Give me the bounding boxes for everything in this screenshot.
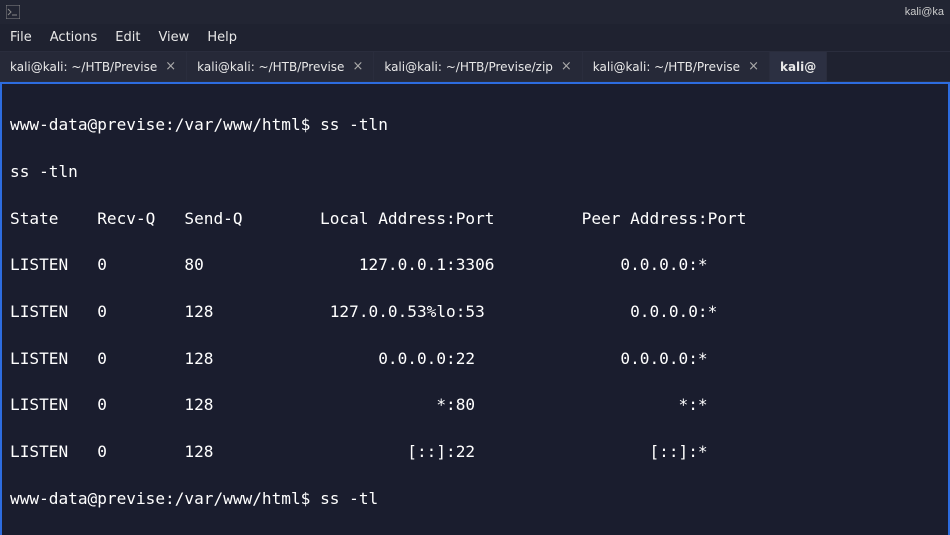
command-text: ss -tl xyxy=(320,489,378,508)
terminal-icon xyxy=(6,5,20,19)
tab-1[interactable]: kali@kali: ~/HTB/Previse × xyxy=(0,52,187,81)
prompt-line: www-data@previse:/var/www/html$ ss -tln xyxy=(10,113,940,136)
terminal-pane[interactable]: www-data@previse:/var/www/html$ ss -tln … xyxy=(0,82,950,535)
tab-label: kali@kali: ~/HTB/Previse xyxy=(10,60,157,74)
command-text: ss -tln xyxy=(320,115,388,134)
tab-label: kali@kali: ~/HTB/Previse xyxy=(593,60,740,74)
output-line: ss -tln xyxy=(10,160,940,183)
table-row: LISTEN 0 128 127.0.0.53%lo:53 0.0.0.0:* xyxy=(10,300,940,323)
prompt: www-data@previse:/var/www/html$ xyxy=(10,115,320,134)
close-icon[interactable]: × xyxy=(748,59,759,74)
prompt: www-data@previse:/var/www/html$ xyxy=(10,489,320,508)
tab-label: kali@ xyxy=(780,60,816,74)
titlebar-right-text: kali@ka xyxy=(905,6,944,18)
menubar: File Actions Edit View Help xyxy=(0,24,950,52)
table-row: LISTEN 0 128 0.0.0.0:22 0.0.0.0:* xyxy=(10,347,940,370)
menu-edit[interactable]: Edit xyxy=(115,30,140,45)
menu-view[interactable]: View xyxy=(158,30,189,45)
tab-label: kali@kali: ~/HTB/Previse/zip xyxy=(384,60,553,74)
prompt-line: www-data@previse:/var/www/html$ ss -tl xyxy=(10,487,940,510)
menu-file[interactable]: File xyxy=(10,30,32,45)
tab-5[interactable]: kali@ xyxy=(770,52,827,81)
tab-4[interactable]: kali@kali: ~/HTB/Previse × xyxy=(583,52,770,81)
close-icon[interactable]: × xyxy=(561,59,572,74)
tab-2[interactable]: kali@kali: ~/HTB/Previse × xyxy=(187,52,374,81)
table-row: LISTEN 0 80 127.0.0.1:3306 0.0.0.0:* xyxy=(10,253,940,276)
tab-bar: kali@kali: ~/HTB/Previse × kali@kali: ~/… xyxy=(0,52,950,82)
menu-actions[interactable]: Actions xyxy=(50,30,98,45)
table-row: LISTEN 0 128 *:80 *:* xyxy=(10,393,940,416)
close-icon[interactable]: × xyxy=(352,59,363,74)
table-header: State Recv-Q Send-Q Local Address:Port P… xyxy=(10,207,940,230)
tab-3[interactable]: kali@kali: ~/HTB/Previse/zip × xyxy=(374,52,582,81)
tab-label: kali@kali: ~/HTB/Previse xyxy=(197,60,344,74)
table-row: LISTEN 0 128 [::]:22 [::]:* xyxy=(10,440,940,463)
menu-help[interactable]: Help xyxy=(207,30,237,45)
close-icon[interactable]: × xyxy=(165,59,176,74)
window-titlebar: kali@ka xyxy=(0,0,950,24)
